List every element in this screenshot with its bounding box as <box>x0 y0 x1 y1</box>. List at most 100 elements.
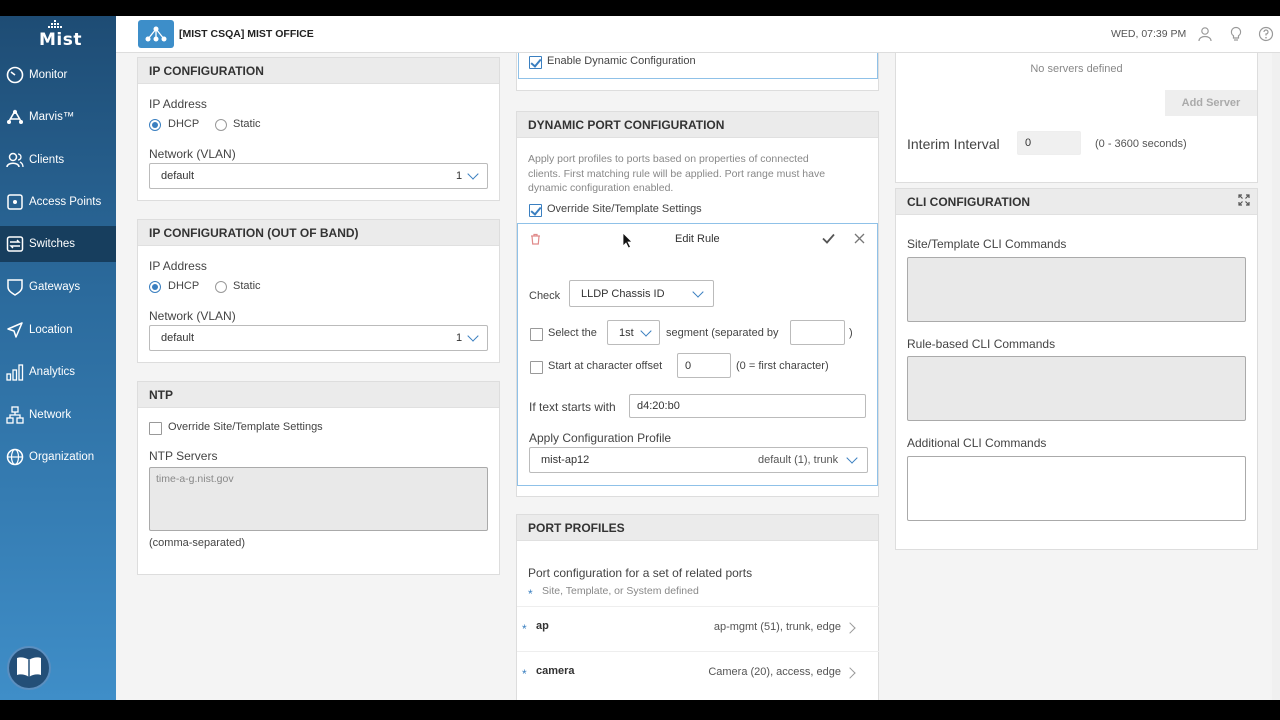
chevron-right-icon <box>844 622 856 634</box>
vlan-select[interactable]: default 1 <box>149 325 488 351</box>
checkmark-icon[interactable] <box>822 233 835 247</box>
network-icon <box>5 405 25 425</box>
mist-logo[interactable]: Mist <box>0 16 116 50</box>
desc-line: clients. First matching rule will be app… <box>528 167 826 180</box>
site-icon[interactable] <box>138 20 174 48</box>
additional-cli-label: Additional CLI Commands <box>907 436 1047 450</box>
marvis-icon <box>5 107 25 127</box>
profile-select[interactable]: mist-ap12 default (1), trunk <box>529 447 868 473</box>
nav-monitor[interactable]: Monitor <box>0 57 116 93</box>
vlan-select[interactable]: default 1 <box>149 163 488 189</box>
radius-card: No servers defined Add Server Interim In… <box>895 53 1258 183</box>
scrollbar[interactable] <box>1272 53 1280 700</box>
select-segment-checkbox[interactable] <box>530 328 543 341</box>
organization-icon <box>5 447 25 467</box>
dhcp-label: DHCP <box>168 118 200 130</box>
sidebar: Mist Monitor Marvis™ Clients Access Poin… <box>0 16 116 700</box>
chevron-down-icon <box>467 168 479 180</box>
expand-icon[interactable] <box>1238 194 1250 209</box>
ntp-override-checkbox[interactable] <box>149 422 162 435</box>
separator-input[interactable] <box>790 320 845 345</box>
offset-hint: (0 = first character) <box>736 360 829 372</box>
nav-marvis[interactable]: Marvis™ <box>0 99 116 135</box>
chevron-down-icon <box>640 325 652 337</box>
starts-with-input[interactable]: d4:20:b0 <box>629 394 866 418</box>
date-time: WED, 07:39 PM <box>1111 28 1187 40</box>
card-title: CLI CONFIGURATION <box>896 189 1257 215</box>
nav-network[interactable]: Network <box>0 397 116 433</box>
nav-label: Gateways <box>29 281 81 293</box>
ntp-servers-label: NTP Servers <box>149 449 218 463</box>
profile-name: camera <box>536 665 575 677</box>
rule-cli-textarea[interactable] <box>907 356 1246 421</box>
user-icon[interactable] <box>1197 26 1213 42</box>
access-point-icon <box>5 192 25 212</box>
edit-rule-title: Edit Rule <box>675 233 720 245</box>
offset-label: Start at character offset <box>548 360 663 372</box>
desc-line: Apply port profiles to ports based on pr… <box>528 153 809 165</box>
lightbulb-icon[interactable] <box>1228 26 1244 42</box>
ntp-card: NTP Override Site/Template Settings NTP … <box>137 381 500 575</box>
add-server-button[interactable]: Add Server <box>1165 90 1257 116</box>
profile-name: ap <box>536 620 549 632</box>
static-radio[interactable] <box>215 119 227 131</box>
static-label: Static <box>233 118 261 130</box>
desc-line: dynamic configuration enabled. <box>528 182 674 194</box>
location-icon <box>5 320 25 340</box>
offset-value: 0 <box>685 359 692 372</box>
card-title: IP CONFIGURATION <box>138 58 499 84</box>
card-title: PORT PROFILES <box>517 515 878 541</box>
profile-row[interactable]: * camera Camera (20), access, edge <box>517 651 879 696</box>
close-paren: ) <box>849 327 853 339</box>
nav-label: Analytics <box>29 366 76 378</box>
static-radio[interactable] <box>215 281 227 293</box>
interim-input[interactable]: 0 <box>1017 131 1081 155</box>
starts-with-label: If text starts with <box>529 400 616 414</box>
card-title: IP CONFIGURATION (OUT OF BAND) <box>138 220 499 246</box>
nav-gateways[interactable]: Gateways <box>0 269 116 305</box>
dhcp-label: DHCP <box>168 280 200 292</box>
card-title: NTP <box>138 382 499 408</box>
close-icon[interactable] <box>854 233 865 247</box>
help-icon[interactable] <box>1258 26 1274 42</box>
nav-switches[interactable]: Switches <box>0 226 116 262</box>
offset-checkbox[interactable] <box>530 361 543 374</box>
chevron-down-icon <box>846 452 858 464</box>
dhcp-radio[interactable] <box>149 281 161 293</box>
profile-value: mist-ap12 <box>541 454 590 466</box>
check-select[interactable]: LLDP Chassis ID <box>569 280 714 307</box>
dynamic-port-card: DYNAMIC PORT CONFIGURATION Apply port pr… <box>516 111 879 497</box>
offset-input[interactable]: 0 <box>677 353 731 378</box>
asterisk-icon: * <box>522 667 527 681</box>
ntp-servers-textarea[interactable]: time-a-g.nist.gov <box>149 467 488 531</box>
nav-label: Network <box>29 409 72 421</box>
dynamic-override-checkbox[interactable] <box>529 204 542 217</box>
profile-row[interactable]: * ap ap-mgmt (51), trunk, edge <box>517 606 879 651</box>
rule-cli-label: Rule-based CLI Commands <box>907 337 1056 351</box>
nav-access-points[interactable]: Access Points <box>0 184 116 220</box>
help-book-button[interactable] <box>7 646 51 690</box>
nav-organization[interactable]: Organization <box>0 439 116 475</box>
top-bar: [MIST CSQA] MIST OFFICE WED, 07:39 PM <box>116 16 1280 53</box>
nav-analytics[interactable]: Analytics <box>0 354 116 390</box>
nav-clients[interactable]: Clients <box>0 142 116 178</box>
vlan-id: 1 <box>456 332 463 344</box>
dhcp-radio[interactable] <box>149 119 161 131</box>
nav-label: Clients <box>29 154 65 166</box>
vlan-value: default <box>161 332 195 344</box>
enable-dynamic-checkbox[interactable] <box>529 56 542 69</box>
site-name[interactable]: [MIST CSQA] MIST OFFICE <box>179 28 314 40</box>
nav-location[interactable]: Location <box>0 312 116 348</box>
trash-icon[interactable] <box>530 233 541 248</box>
additional-cli-textarea[interactable] <box>907 456 1246 521</box>
site-cli-textarea[interactable] <box>907 257 1246 322</box>
profile-detail: ap-mgmt (51), trunk, edge <box>713 621 841 633</box>
dynamic-enable-card: Enable Dynamic Configuration <box>516 53 879 91</box>
interim-value: 0 <box>1025 137 1032 149</box>
vlan-id: 1 <box>456 170 463 182</box>
app-screen: Mist Monitor Marvis™ Clients Access Poin… <box>0 16 1280 700</box>
vlan-value: default <box>161 170 195 182</box>
logo-text: Mist <box>39 30 82 50</box>
nav-label: Organization <box>29 451 95 463</box>
segment-select[interactable]: 1st <box>607 320 660 345</box>
